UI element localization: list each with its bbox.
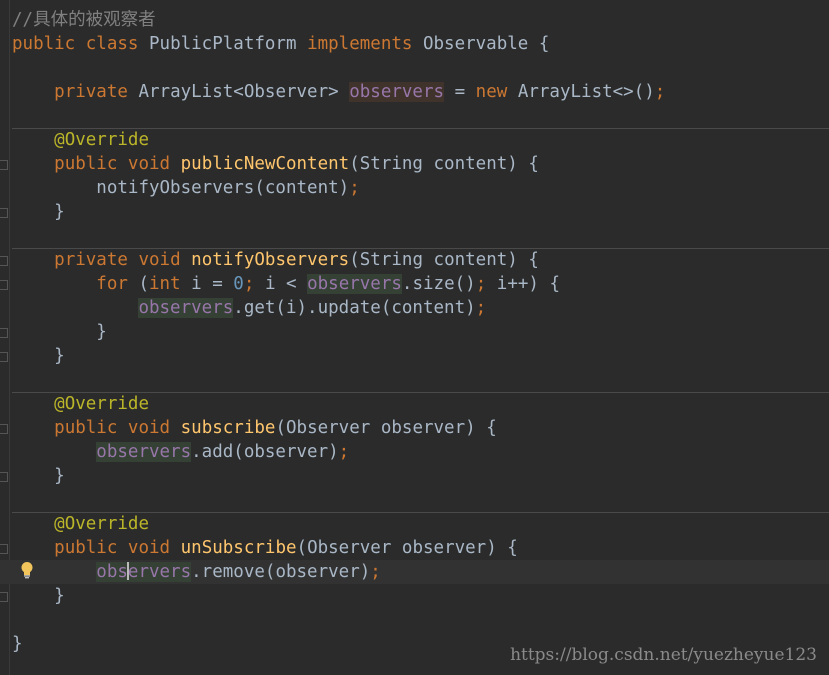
type-name: Observer	[307, 538, 392, 558]
parameter: content	[264, 178, 339, 198]
variable: i	[285, 298, 297, 318]
code-line: public class PublicPlatform implements O…	[12, 34, 550, 54]
type-name: Observer	[286, 418, 371, 438]
keyword: void	[127, 538, 171, 558]
code-line: }	[12, 346, 65, 366]
method-call: get	[243, 298, 276, 318]
keyword: private	[54, 82, 128, 102]
keyword: public	[54, 418, 118, 438]
method-name: publicNewContent	[180, 154, 350, 174]
annotation: @Override	[54, 514, 149, 534]
code-line: public void unSubscribe(Observer observe…	[54, 538, 518, 558]
method-call: size	[412, 274, 455, 294]
field-reference: observers	[138, 298, 234, 318]
parameter: observer	[401, 538, 487, 558]
fold-marker[interactable]	[0, 280, 8, 290]
code-line: observers.remove(observer);	[96, 562, 381, 582]
keyword: void	[127, 418, 171, 438]
fold-marker[interactable]	[0, 352, 8, 362]
annotation: @Override	[54, 130, 149, 150]
code-line: public void publicNewContent(String cont…	[54, 154, 539, 174]
keyword: int	[148, 274, 181, 294]
parameter: content	[433, 154, 508, 174]
keyword: class	[85, 34, 139, 54]
keyword: new	[475, 82, 508, 102]
fold-marker[interactable]	[0, 544, 8, 554]
fold-marker[interactable]	[0, 592, 8, 602]
field-reference: observers	[96, 442, 192, 462]
class-name: PublicPlatform	[149, 34, 297, 54]
code-editor[interactable]: //具体的被观察者 public class PublicPlatform im…	[0, 0, 829, 675]
keyword: public	[54, 154, 118, 174]
code-line: @Override	[12, 512, 149, 536]
type-name: ArrayList	[517, 82, 613, 102]
code-line: notifyObservers(content);	[96, 178, 360, 198]
parameter: content	[433, 250, 508, 270]
field-reference-with-caret: observers	[96, 562, 192, 582]
code-line: }	[12, 322, 107, 342]
code-line: observers.add(observer);	[96, 442, 350, 462]
method-call: notifyObservers	[96, 178, 255, 198]
parameter: observer	[380, 418, 466, 438]
code-line: }	[12, 634, 23, 654]
parameter: observer	[243, 442, 329, 462]
fold-marker[interactable]	[0, 160, 8, 170]
code-line: }	[12, 466, 65, 486]
method-call: update	[317, 298, 381, 318]
type-name: String	[359, 250, 423, 270]
keyword: private	[54, 250, 128, 270]
keyword: void	[127, 154, 171, 174]
code-comment: //具体的被观察者	[12, 10, 156, 30]
code-line: //具体的被观察者	[12, 8, 156, 32]
code-line: }	[12, 586, 65, 606]
code-line: @Override	[12, 392, 149, 416]
method-name: subscribe	[180, 418, 276, 438]
number-literal: 0	[233, 274, 244, 294]
code-line: }	[12, 202, 65, 222]
fold-marker[interactable]	[0, 256, 8, 266]
variable: i	[191, 274, 202, 294]
fold-marker[interactable]	[0, 208, 8, 218]
variable: i	[496, 274, 508, 294]
type-name: Observer	[243, 82, 329, 102]
fold-marker[interactable]	[0, 328, 8, 338]
method-call: add	[201, 442, 234, 462]
watermark: https://blog.csdn.net/yuezheyue123	[510, 645, 817, 665]
field-declaration: observers	[349, 82, 445, 102]
code-line: public void subscribe(Observer observer)…	[54, 418, 497, 438]
code-line: @Override	[12, 128, 149, 152]
code-line: for (int i = 0; i < observers.size(); i+…	[96, 274, 561, 294]
keyword: for	[96, 274, 128, 294]
interface-name: Observable	[422, 34, 529, 54]
fold-marker[interactable]	[0, 472, 8, 482]
keyword: implements	[307, 34, 413, 54]
field-reference: observers	[307, 274, 402, 294]
code-line: observers.get(i).update(content);	[138, 298, 487, 318]
fold-marker[interactable]	[0, 424, 8, 434]
method-name: unSubscribe	[180, 538, 297, 558]
type-name: ArrayList	[138, 82, 234, 102]
keyword: public	[12, 34, 76, 54]
method-name: notifyObservers	[191, 250, 350, 270]
keyword: void	[138, 250, 181, 270]
code-line: private ArrayList<Observer> observers = …	[54, 82, 666, 102]
keyword: public	[54, 538, 118, 558]
type-name: String	[359, 154, 423, 174]
method-call: remove	[201, 562, 265, 582]
variable: i	[264, 274, 276, 294]
annotation: @Override	[54, 394, 149, 414]
code-line: private void notifyObservers(String cont…	[54, 250, 539, 270]
parameter: observer	[275, 562, 360, 582]
parameter: content	[391, 298, 466, 318]
